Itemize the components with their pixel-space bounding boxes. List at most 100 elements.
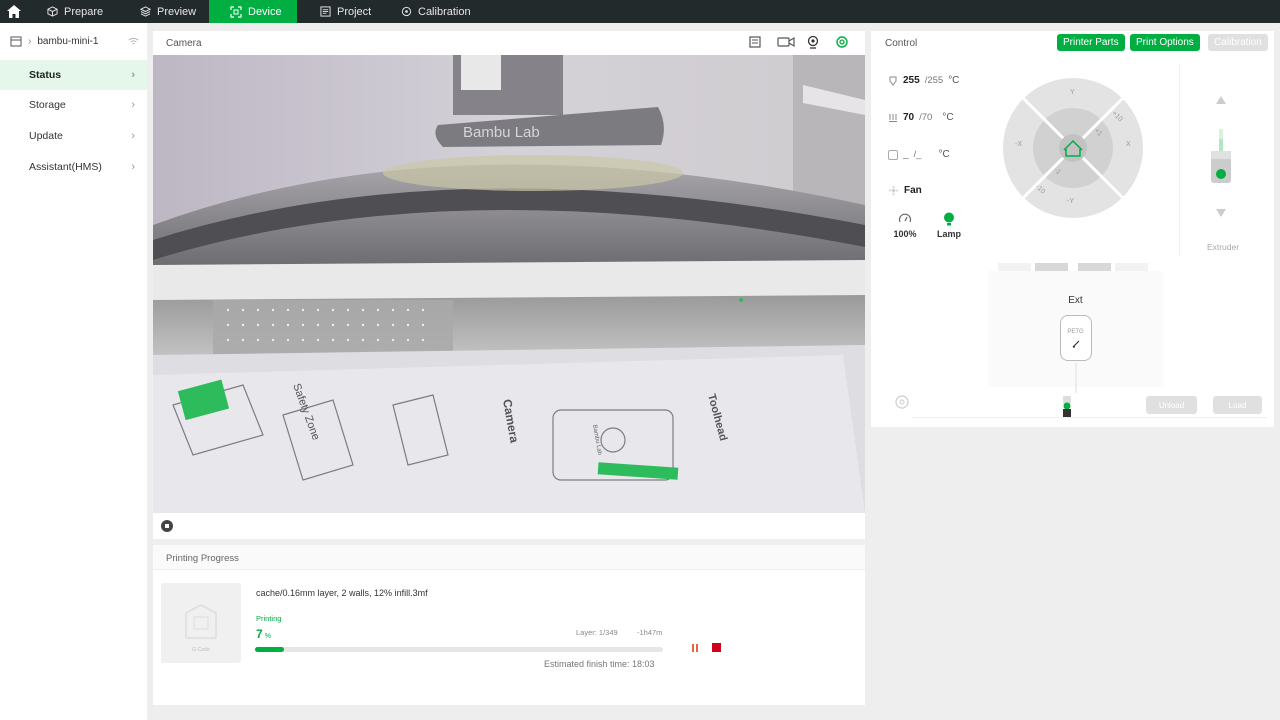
- printer-icon: [10, 36, 22, 46]
- tab-calibration[interactable]: Calibration: [381, 0, 491, 23]
- print-options-button[interactable]: Print Options: [1130, 34, 1200, 51]
- tab-preview-label: Preview: [157, 5, 197, 18]
- tab-prepare[interactable]: Prepare: [28, 0, 106, 23]
- layer-count: Layer: 1/349: [576, 628, 618, 637]
- camera-panel: Camera Bambu Lab Camera Safety Zone Tool…: [153, 31, 865, 539]
- tab-project[interactable]: Project: [297, 0, 381, 23]
- extruder-down-icon[interactable]: [1215, 208, 1227, 218]
- progress-percent-unit: %: [264, 633, 271, 640]
- stop-button[interactable]: [712, 643, 721, 652]
- sd-card-icon[interactable]: [748, 35, 764, 51]
- extruder-up-icon[interactable]: [1215, 95, 1227, 105]
- divider: [912, 417, 1267, 418]
- tab-calibration-label: Calibration: [418, 5, 471, 18]
- jog-x-minus-label: -X: [1015, 141, 1022, 148]
- extruder-status-icon: [1063, 396, 1071, 417]
- sidebar-item-update[interactable]: Update ›: [0, 121, 147, 151]
- device-selector[interactable]: › bambu-mini-1: [0, 23, 147, 59]
- sidebar: › bambu-mini-1 Status › Storage › Update…: [0, 23, 147, 720]
- filament-settings-icon[interactable]: [894, 394, 910, 410]
- speed-value: 100%: [893, 229, 917, 239]
- project-icon: [320, 6, 331, 17]
- record-button[interactable]: [161, 520, 173, 532]
- jog-y-plus-label: Y: [1070, 89, 1075, 96]
- filament-path-line: [1075, 363, 1077, 393]
- external-spool-label: Ext: [1068, 295, 1083, 306]
- nozzle-temp[interactable]: 255 /255 °C: [888, 75, 959, 86]
- cube-icon: [47, 6, 58, 17]
- fan-label: Fan: [904, 185, 922, 196]
- temperature-panel: 255 /255 °C 70 /70 °C _ /_ °C Fan 100% L…: [878, 63, 974, 256]
- tab-device[interactable]: Device: [209, 0, 297, 23]
- nozzle-temp-value: 255: [903, 75, 920, 86]
- bed-temp-unit: °C: [942, 112, 954, 123]
- external-spool-panel: Ext PETG: [988, 271, 1163, 393]
- tab-project-label: Project: [337, 5, 372, 18]
- progress-percent: 7%: [256, 627, 271, 641]
- speed-control[interactable]: 100%: [890, 213, 920, 239]
- device-name: bambu-mini-1: [37, 35, 99, 47]
- pause-button[interactable]: [690, 643, 700, 653]
- chevron-right-icon: ›: [131, 130, 135, 143]
- file-name: cache/0.16mm layer, 2 walls, 12% infill.…: [256, 588, 428, 598]
- printer-parts-button[interactable]: Printer Parts: [1057, 34, 1125, 51]
- gcode-thumbnail: G-Code: [161, 583, 241, 663]
- extruder-icon: [1211, 129, 1231, 183]
- thumbnail-label: G-Code: [192, 647, 210, 653]
- layers-icon: [140, 6, 151, 17]
- unload-button[interactable]: Unload: [1146, 396, 1197, 414]
- calibration-button[interactable]: Calibration: [1208, 34, 1268, 51]
- tab-device-label: Device: [248, 5, 282, 18]
- device-icon: [230, 5, 242, 18]
- spool-slot[interactable]: PETG: [1060, 315, 1092, 361]
- progress-title: Printing Progress: [166, 553, 239, 564]
- lamp-icon: [944, 212, 954, 226]
- estimated-finish: Estimated finish time: 18:03: [544, 659, 655, 669]
- chamber-icon: [888, 149, 898, 160]
- chamber-temp-target: /_: [913, 149, 922, 160]
- control-panel: Control Printer Parts Print Options Cali…: [871, 31, 1274, 427]
- load-button[interactable]: Load: [1213, 396, 1262, 414]
- settings-icon[interactable]: [835, 35, 851, 51]
- nozzle-temp-target: /255: [924, 75, 944, 86]
- axis-control: Y -Y X -X +10 +1 -1 -10 ↑ 10 ↑ 1 Z ↓ 1 ↓…: [991, 63, 1169, 289]
- home-button[interactable]: [0, 0, 28, 23]
- jog-pad[interactable]: [991, 63, 1169, 256]
- heatbed-icon: [889, 113, 897, 122]
- control-title: Control: [885, 38, 918, 49]
- progress-bar: [255, 647, 663, 652]
- nozzle-icon: [889, 76, 897, 86]
- sidebar-item-storage[interactable]: Storage ›: [0, 90, 147, 120]
- camera-feed: Bambu Lab Camera Safety Zone Toolhead Ba…: [153, 55, 865, 513]
- sidebar-item-assistant[interactable]: Assistant(HMS) ›: [0, 152, 147, 182]
- sidebar-item-status[interactable]: Status ›: [0, 59, 147, 90]
- home-icon: [7, 5, 21, 18]
- webcam-icon[interactable]: [806, 35, 822, 51]
- tab-preview[interactable]: Preview: [106, 0, 209, 23]
- bed-temp-value: 70: [903, 112, 915, 123]
- chamber-temp[interactable]: _ /_ °C: [888, 149, 950, 160]
- bed-temp[interactable]: 70 /70 °C: [888, 112, 954, 123]
- printing-progress-panel: Printing Progress G-Code cache/0.16mm la…: [153, 545, 865, 705]
- recording-icon[interactable]: [777, 35, 795, 51]
- spool-type: PETG: [1067, 329, 1084, 335]
- chevron-right-icon: ›: [131, 68, 135, 81]
- camera-title: Camera: [166, 38, 202, 49]
- sidebar-item-label: Update: [29, 130, 63, 143]
- calibration-icon: [401, 6, 412, 17]
- chevron-right-icon: ›: [131, 99, 135, 112]
- bed-temp-target: /70: [919, 112, 933, 123]
- filament-actions: Unload Load: [878, 391, 1267, 419]
- fan-control[interactable]: Fan: [888, 185, 922, 196]
- nozzle-temp-unit: °C: [948, 75, 960, 86]
- print-status: Printing: [256, 614, 282, 623]
- progress-bar-fill: [255, 647, 284, 652]
- jog-x-plus-label: X: [1126, 141, 1131, 148]
- chamber-temp-unit: °C: [938, 149, 950, 160]
- fan-icon: [888, 185, 899, 196]
- time-remaining: -1h47m: [637, 628, 663, 637]
- chevron-right-icon: ›: [131, 160, 135, 173]
- lamp-toggle[interactable]: Lamp: [932, 212, 966, 239]
- edit-icon[interactable]: [1072, 340, 1080, 348]
- progress-percent-value: 7: [256, 627, 263, 641]
